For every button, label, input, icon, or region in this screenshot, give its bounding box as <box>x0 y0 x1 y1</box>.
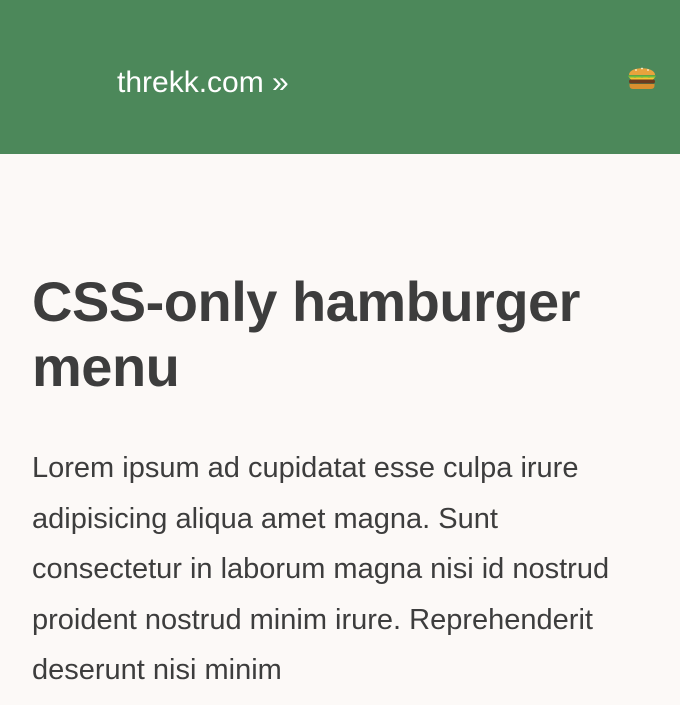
site-header: threkk.com » <box>0 0 680 154</box>
page-title: CSS-only hamburger menu <box>32 270 580 398</box>
page-body-text: Lorem ipsum ad cupidatat esse culpa irur… <box>32 452 610 686</box>
site-brand-link[interactable]: threkk.com » <box>117 64 289 102</box>
hamburger-menu-button[interactable] <box>627 62 657 92</box>
main-content: CSS-only hamburger menu Lorem ipsum ad c… <box>0 269 680 696</box>
hamburger-icon <box>628 67 656 89</box>
